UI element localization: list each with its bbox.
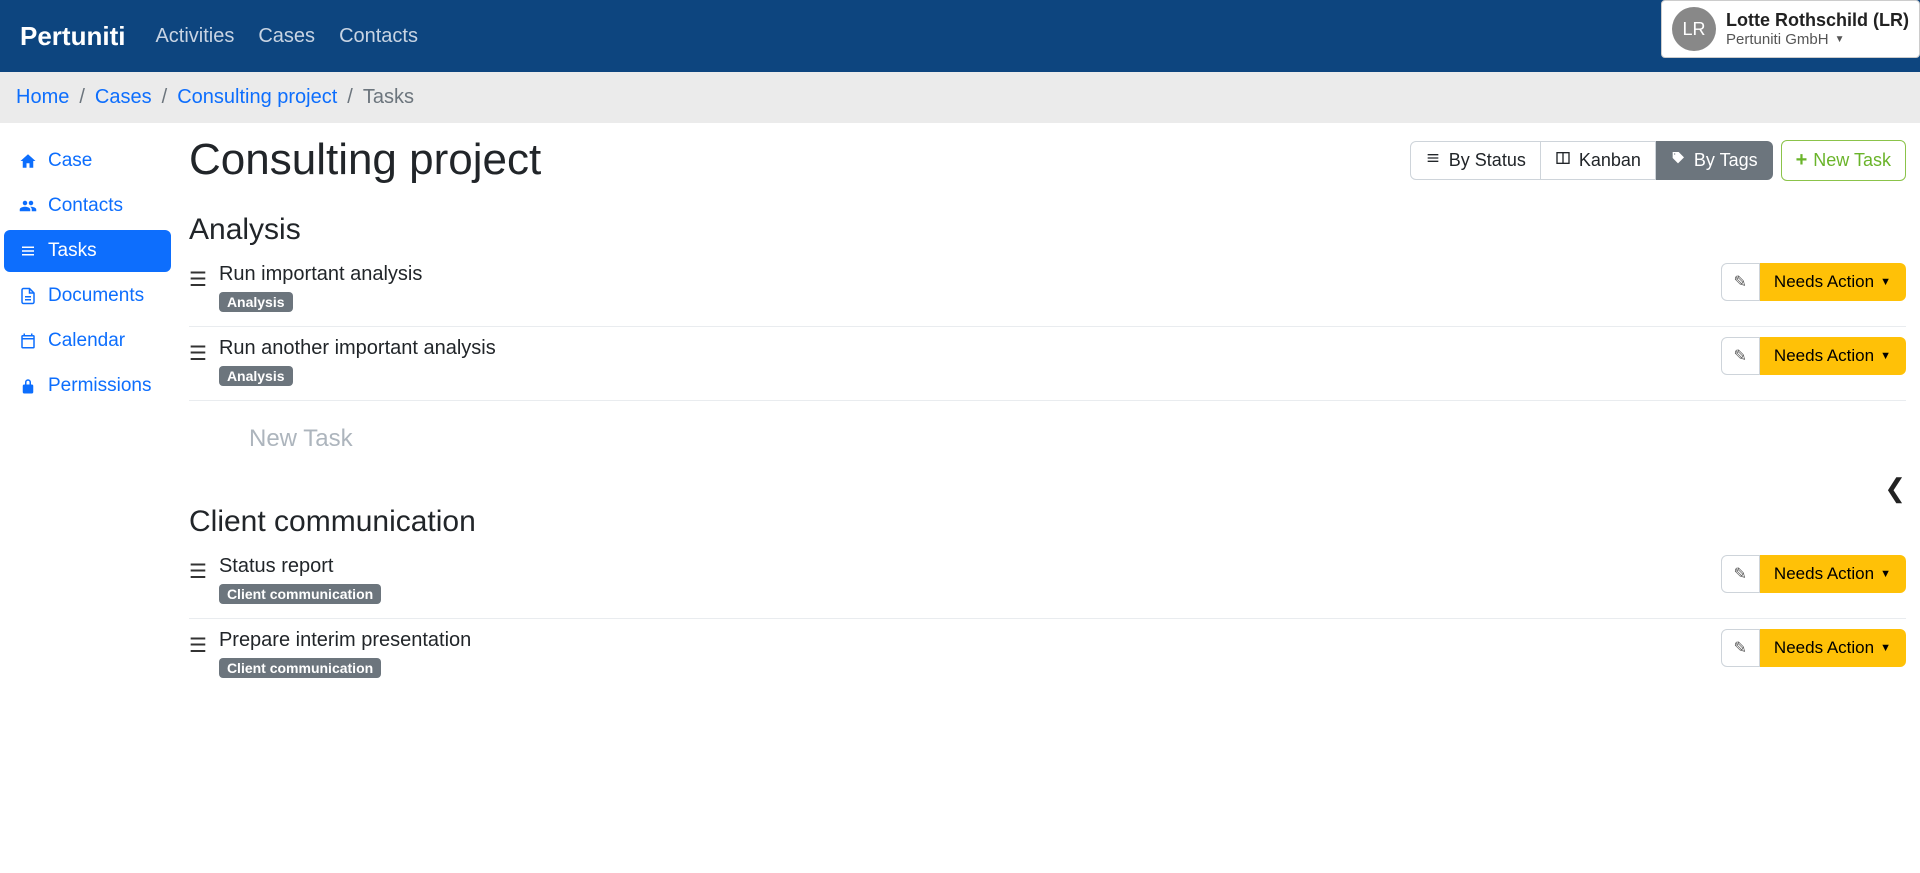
document-icon [18,287,38,305]
chevron-down-icon: ▼ [1880,642,1891,654]
collapse-panel-icon[interactable]: ❮ [1884,473,1906,504]
avatar: LR [1672,7,1716,51]
sidebar-item-label: Calendar [48,330,125,352]
sidebar-item-calendar[interactable]: Calendar [4,320,171,362]
edit-button[interactable]: ✎ [1721,337,1760,375]
drag-handle-icon[interactable]: ☰ [189,555,207,585]
sidebar-item-label: Contacts [48,195,123,217]
title-row: Consulting project By Status Kanban By T… [189,135,1906,185]
user-org: Pertuniti GmbH ▼ [1726,31,1909,48]
chevron-down-icon: ▼ [1880,350,1891,362]
pencil-icon: ✎ [1734,272,1747,292]
chevron-down-icon: ▼ [1880,568,1891,580]
sidebar-item-label: Case [48,150,92,172]
task-title[interactable]: Run another important analysis [219,337,496,360]
nav-link-contacts[interactable]: Contacts [339,25,418,48]
edit-button[interactable]: ✎ [1721,263,1760,301]
view-by-status[interactable]: By Status [1410,141,1541,180]
pencil-icon: ✎ [1734,564,1747,584]
columns-icon [1555,150,1571,171]
view-kanban[interactable]: Kanban [1541,141,1656,180]
task-row: ☰ Run important analysis Analysis ✎ Need… [189,253,1906,327]
chevron-down-icon: ▼ [1835,34,1845,45]
user-menu[interactable]: LR Lotte Rothschild (LR) Pertuniti GmbH … [1661,0,1920,58]
sidebar-item-case[interactable]: Case [4,140,171,182]
home-icon [18,152,38,170]
new-task-button[interactable]: + New Task [1781,140,1906,181]
tag-icon [1670,150,1686,171]
edit-button[interactable]: ✎ [1721,555,1760,593]
edit-button[interactable]: ✎ [1721,629,1760,667]
toolbar: By Status Kanban By Tags + New Task [1410,140,1906,181]
calendar-icon [18,332,38,350]
navbar: Pertuniti Activities Cases Contacts LR L… [0,0,1920,72]
task-title[interactable]: Run important analysis [219,263,422,286]
list-icon [1425,150,1441,171]
view-switcher: By Status Kanban By Tags [1410,141,1773,180]
nav-link-cases[interactable]: Cases [258,25,315,48]
brand[interactable]: Pertuniti [20,21,125,52]
section-title: Analysis [189,213,1906,247]
sidebar-item-label: Permissions [48,375,151,397]
sidebar-item-tasks[interactable]: Tasks [4,230,171,272]
section-title: Client communication [189,505,1906,539]
breadcrumb-project[interactable]: Consulting project [177,86,337,109]
pencil-icon: ✎ [1734,346,1747,366]
breadcrumb-cases[interactable]: Cases [95,86,152,109]
sidebar-item-permissions[interactable]: Permissions [4,365,171,407]
sidebar-item-label: Tasks [48,240,97,262]
pencil-icon: ✎ [1734,638,1747,658]
nav-links: Activities Cases Contacts [155,25,418,48]
task-title[interactable]: Prepare interim presentation [219,629,471,652]
lock-icon [18,377,38,395]
inline-new-task[interactable]: New Task [189,401,1906,477]
drag-handle-icon[interactable]: ☰ [189,629,207,659]
sidebar-item-documents[interactable]: Documents [4,275,171,317]
sidebar: Case Contacts Tasks Documents Calendar [0,123,175,722]
sidebar-item-contacts[interactable]: Contacts [4,185,171,227]
drag-handle-icon[interactable]: ☰ [189,263,207,293]
main: Case Contacts Tasks Documents Calendar [0,123,1920,722]
task-tag[interactable]: Client communication [219,584,381,604]
task-row: ☰ Status report Client communication ✎ N… [189,545,1906,619]
task-title[interactable]: Status report [219,555,381,578]
breadcrumb: Home / Cases / Consulting project / Task… [0,72,1920,123]
content: Consulting project By Status Kanban By T… [175,123,1920,722]
view-by-tags[interactable]: By Tags [1656,141,1773,180]
task-tag[interactable]: Analysis [219,366,293,386]
list-icon [18,242,38,260]
status-button[interactable]: Needs Action ▼ [1760,263,1906,301]
status-button[interactable]: Needs Action ▼ [1760,555,1906,593]
breadcrumb-home[interactable]: Home [16,86,69,109]
task-row: ☰ Prepare interim presentation Client co… [189,619,1906,692]
page-title: Consulting project [189,135,541,185]
status-button[interactable]: Needs Action ▼ [1760,337,1906,375]
chevron-down-icon: ▼ [1880,276,1891,288]
task-tag[interactable]: Analysis [219,292,293,312]
task-tag[interactable]: Client communication [219,658,381,678]
plus-icon: + [1796,149,1808,172]
breadcrumb-current: Tasks [363,86,414,109]
people-icon [18,197,38,215]
task-row: ☰ Run another important analysis Analysi… [189,327,1906,401]
drag-handle-icon[interactable]: ☰ [189,337,207,367]
nav-link-activities[interactable]: Activities [155,25,234,48]
status-button[interactable]: Needs Action ▼ [1760,629,1906,667]
user-name: Lotte Rothschild (LR) [1726,10,1909,31]
sidebar-item-label: Documents [48,285,144,307]
